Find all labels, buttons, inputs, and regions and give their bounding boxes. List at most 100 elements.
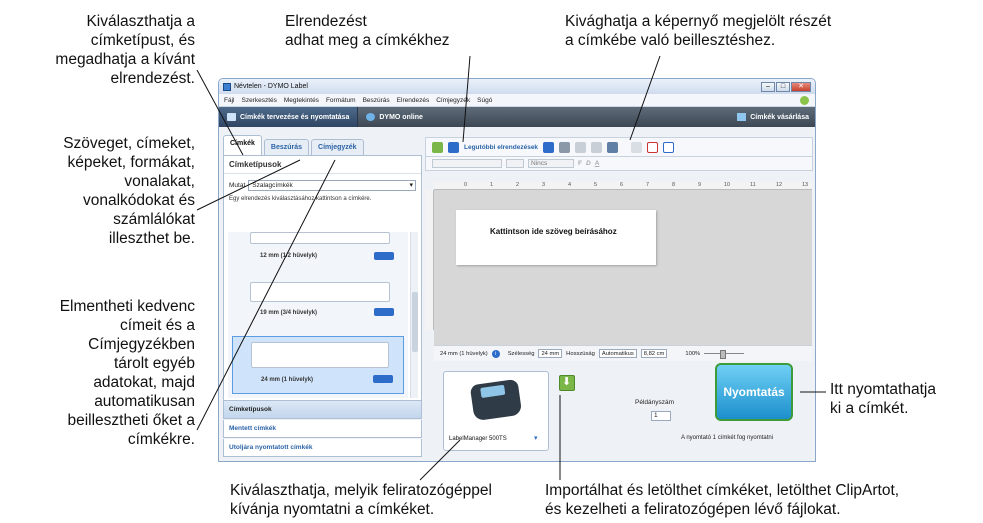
text-style-icon[interactable] <box>647 141 659 153</box>
print-area: LabelManager 500TS ▾ Példányszám 1 Nyomt… <box>425 363 813 459</box>
save-icon[interactable] <box>543 141 555 153</box>
callout-printer-select: Kiválaszthatja, melyik feliratozógéppel … <box>230 482 492 518</box>
copies-label: Példányszám <box>635 399 675 406</box>
list-item[interactable]: 19 mm (3/4 hüvelyk) <box>232 280 404 332</box>
list-item-selected[interactable]: 24 mm (1 hüvelyk) <box>232 336 404 394</box>
menu-layout[interactable]: Elrendezés <box>397 97 430 104</box>
ruler-tick: 3 <box>542 182 546 188</box>
length-value-input[interactable]: 8,82 cm <box>640 349 668 358</box>
recent-layouts-button[interactable]: Legutóbbi elrendezések <box>464 144 538 151</box>
length-mode-select[interactable]: Automatikus <box>598 349 637 358</box>
bold-button[interactable]: F <box>578 160 582 167</box>
printer-selector[interactable]: LabelManager 500TS ▾ <box>443 371 549 451</box>
list-item[interactable]: 12 mm (1/2 hüvelyk) <box>232 232 404 280</box>
cart-icon <box>737 113 747 121</box>
callout-print: Itt nyomtathatja ki a címkét. <box>830 381 936 417</box>
tape-preview <box>251 342 389 368</box>
show-select[interactable]: Szalagcímkék <box>248 180 416 191</box>
label-canvas: Kattintson ide szöveg beírásához <box>434 190 812 360</box>
style-select[interactable]: Nincs <box>528 159 574 168</box>
callout-addressbook: Elmentheti kedvenc címeit és a Címjegyzé… <box>59 298 195 448</box>
paste-icon[interactable] <box>575 141 587 153</box>
left-panel: Címkék Beszúrás Címjegyzék Címketípusok … <box>223 135 422 459</box>
ruler-tick: 10 <box>724 182 731 188</box>
maximize-button[interactable]: □ <box>776 81 790 92</box>
font-size-select[interactable] <box>506 159 524 168</box>
width-label: Szélesség <box>507 350 535 357</box>
section-label-types[interactable]: Címketípusok <box>223 401 422 419</box>
new-label-icon[interactable] <box>432 141 443 153</box>
info-icon[interactable]: i <box>491 349 500 358</box>
ruler-tick: 0 <box>464 182 468 188</box>
mode-bar: Címkék tervezése és nyomtatása DYMO onli… <box>219 107 815 127</box>
chevron-down-icon[interactable]: ▾ <box>534 434 544 444</box>
tab-insert[interactable]: Beszúrás <box>263 139 310 155</box>
tab-labels[interactable]: Címkék <box>223 135 262 155</box>
text-box-icon[interactable] <box>663 141 675 153</box>
status-bar: 24 mm (1 hüvelyk) i Szélesség 24 mm Hoss… <box>434 345 812 361</box>
ruler-tick: 12 <box>776 182 783 188</box>
print-button[interactable]: Nyomtatás <box>715 363 793 421</box>
menu-bar: Fájl Szerkesztés Megtekintés Formátum Be… <box>219 94 815 107</box>
design-icon <box>227 113 236 121</box>
import-download-button[interactable] <box>559 375 575 391</box>
menu-addressbook[interactable]: Címjegyzék <box>436 97 470 104</box>
label-editor[interactable]: Kattintson ide szöveg beírásához <box>456 210 656 265</box>
length-label: Hosszúság <box>566 350 595 357</box>
app-icon <box>223 82 231 91</box>
section-saved-labels[interactable]: Mentett címkék <box>223 420 422 438</box>
screen-capture-icon[interactable] <box>607 141 619 153</box>
tab-dymo-online[interactable]: DYMO online <box>358 107 431 127</box>
text-placeholder[interactable]: Kattintson ide szöveg beírásához <box>490 227 617 236</box>
tape-badge-icon <box>373 375 393 383</box>
menu-file[interactable]: Fájl <box>224 97 234 104</box>
tape-size-text: 24 mm (1 hüvelyk) <box>440 350 488 357</box>
tab-addressbook[interactable]: Címjegyzék <box>311 139 364 155</box>
printer-name: LabelManager 500TS <box>449 436 507 442</box>
panel-title: Címketípusok <box>224 156 421 174</box>
callout-layout: Kiválaszthatja a címketípust, és megadha… <box>55 13 195 87</box>
menu-view[interactable]: Megtekintés <box>284 97 319 104</box>
callout-import: Importálhat és letölthet címkéket, letöl… <box>545 482 900 518</box>
ruler-tick: 11 <box>750 182 756 188</box>
ruler-tick: 8 <box>672 182 676 188</box>
label-size: 24 mm (1 hüvelyk) <box>261 377 314 383</box>
buy-labels-link[interactable]: Címkék vásárlása <box>737 113 809 121</box>
tab-design-print[interactable]: Címkék tervezése és nyomtatása <box>219 107 359 127</box>
vertical-ruler <box>425 190 434 330</box>
window-title: Névtelen - DYMO Label <box>234 83 308 90</box>
font-family-select[interactable] <box>432 159 502 168</box>
close-button[interactable]: ✕ <box>791 81 811 92</box>
section-recent-labels[interactable]: Utoljára nyomtatott címkék <box>223 439 422 457</box>
copies-input[interactable]: 1 <box>651 411 671 421</box>
zoom-slider[interactable] <box>704 350 745 359</box>
underline-button[interactable]: A <box>595 160 600 167</box>
tab-dymo-online-label: DYMO online <box>379 113 423 121</box>
label-type-list: 12 mm (1/2 hüvelyk) 19 mm (3/4 hüvelyk) … <box>228 232 408 398</box>
layout-icon[interactable] <box>448 141 459 153</box>
menu-edit[interactable]: Szerkesztés <box>241 97 276 104</box>
italic-button[interactable]: D <box>586 160 591 167</box>
tape-preview <box>250 232 390 244</box>
label-size: 19 mm (3/4 hüvelyk) <box>260 310 318 316</box>
minimize-button[interactable]: – <box>761 81 775 92</box>
tape-badge-icon <box>374 252 394 260</box>
help-globe-icon[interactable] <box>800 95 809 105</box>
print-note: A nyomtató 1 címkét fog nyomtatni <box>681 435 774 441</box>
menu-help[interactable]: Súgó <box>477 97 492 104</box>
callout-recent-layouts: Elrendezést adhat meg a címkékhez <box>285 13 450 49</box>
undo-icon[interactable] <box>591 141 603 153</box>
printer-image <box>469 378 523 422</box>
preview-icon[interactable] <box>631 141 643 153</box>
format-bar: Nincs F D A <box>425 157 813 171</box>
menu-insert[interactable]: Beszúrás <box>363 97 390 104</box>
ruler-tick: 4 <box>568 182 572 188</box>
tape-preview <box>250 282 390 302</box>
ruler-tick: 7 <box>646 182 650 188</box>
width-select[interactable]: 24 mm <box>538 349 563 358</box>
list-scrollbar[interactable] <box>410 232 418 398</box>
ruler-tick: 2 <box>516 182 520 188</box>
print-icon[interactable] <box>559 141 571 153</box>
app-window: Névtelen - DYMO Label – □ ✕ Fájl Szerkes… <box>218 78 816 462</box>
menu-format[interactable]: Formátum <box>326 97 356 104</box>
